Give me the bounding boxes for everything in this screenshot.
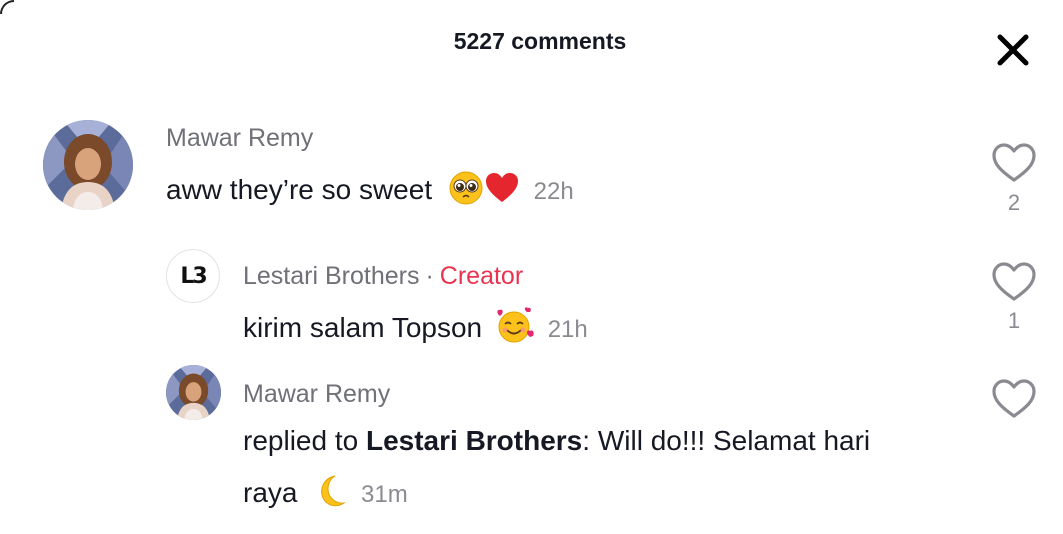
reply-body: kirim salam Topson — [243, 311, 483, 343]
comment-time: 22h — [533, 177, 574, 205]
reply-author-line: Lestari Brothers · Creator — [243, 262, 523, 291]
reply-author[interactable]: Lestari Brothers — [243, 262, 419, 290]
reply2-prefix: replied to — [243, 425, 366, 456]
comments-count-title: 5227 comments — [453, 28, 627, 54]
reply2-body: Will do!!! Selamat hari — [590, 425, 871, 456]
close-icon[interactable] — [993, 30, 1033, 70]
red-heart-icon — [484, 170, 520, 213]
reply2-target[interactable]: Lestari Brothers — [366, 425, 582, 456]
comment-body: aww they’re so sweet — [166, 173, 433, 205]
sheet-corner — [0, 0, 14, 14]
reply2-text-line1: replied to Lestari Brothers: Will do!!! … — [243, 425, 870, 457]
pleading-face-icon — [448, 170, 484, 213]
reply2-text-line2: raya 31m — [243, 473, 408, 516]
reply2-colon: : — [582, 425, 591, 456]
reply2-time: 31m — [361, 480, 408, 508]
like-button[interactable] — [991, 142, 1037, 184]
creator-badge: Creator — [439, 262, 524, 290]
comment-author[interactable]: Mawar Remy — [166, 124, 313, 153]
crescent-moon-icon — [311, 473, 347, 516]
like-count: 2 — [1007, 190, 1021, 215]
comment-text: aww they’re so sweet 22h — [166, 170, 574, 213]
reply-text: kirim salam Topson 21h — [243, 307, 588, 352]
smiling-face-with-hearts-icon — [494, 307, 534, 352]
separator-dot: · — [425, 262, 434, 290]
reply-like-button[interactable] — [991, 261, 1037, 303]
comments-sheet: 5227 comments Mawar Remy aww they’re so … — [0, 0, 1063, 534]
creator-logo: L3 — [180, 263, 207, 289]
reply2-body-cont: raya — [243, 476, 298, 508]
creator-avatar[interactable]: L3 — [166, 249, 220, 303]
reply-time: 21h — [547, 315, 588, 343]
reply-avatar[interactable] — [166, 365, 221, 420]
reply2-author[interactable]: Mawar Remy — [243, 380, 390, 409]
avatar[interactable] — [43, 120, 133, 210]
reply2-like-button[interactable] — [991, 378, 1037, 420]
reply-like-count: 1 — [1007, 308, 1021, 333]
